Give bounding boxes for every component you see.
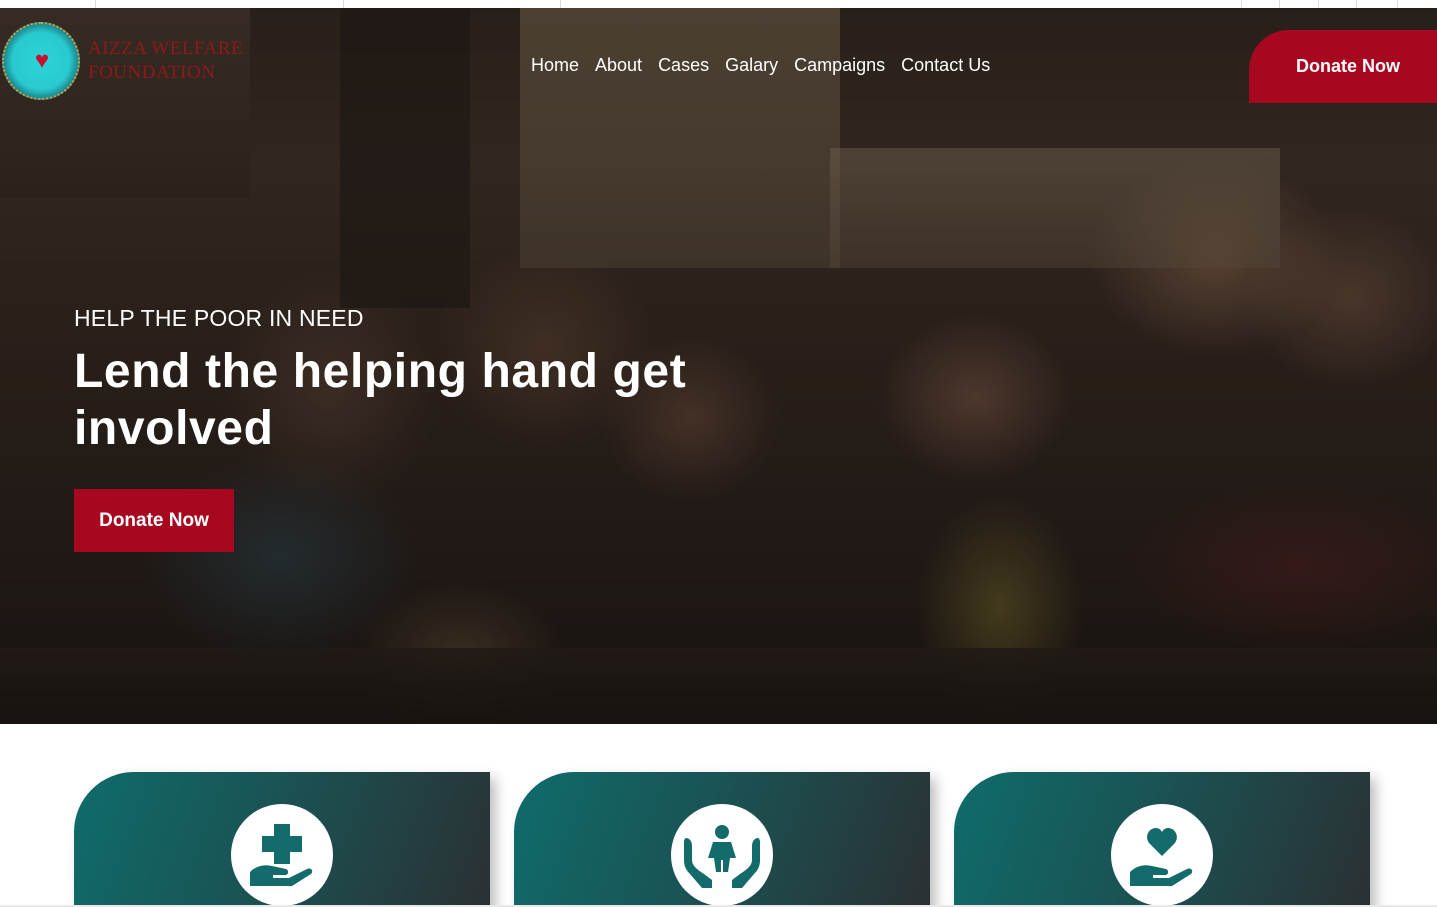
feature-card-heart[interactable] (954, 772, 1370, 907)
heart-hand-icon (1130, 828, 1193, 886)
medical-hand-icon (250, 824, 313, 886)
card-icon-circle (671, 804, 773, 906)
divider (560, 0, 561, 8)
top-strip (0, 0, 1437, 8)
child-care-hands-icon (684, 825, 760, 888)
logo-text: AIZZA WELFARE FOUNDATION (88, 37, 243, 85)
divider (1356, 0, 1357, 8)
nav-item-galary[interactable]: Galary (725, 55, 778, 76)
hero-title: Lend the helping hand get involved (74, 345, 687, 455)
header-donate-button[interactable]: Donate Now (1249, 30, 1437, 103)
nav-item-campaigns[interactable]: Campaigns (794, 55, 885, 76)
heart-icon: ♥ (34, 47, 50, 74)
card-icon-circle (231, 804, 333, 906)
divider (1397, 0, 1398, 8)
logo-line-1: AIZZA WELFARE (88, 38, 244, 59)
nav-item-home[interactable]: Home (531, 55, 579, 76)
nav-item-about[interactable]: About (595, 55, 642, 76)
hero-subtitle: HELP THE POOR IN NEED (74, 305, 364, 331)
logo-emblem-icon: ♥ (2, 22, 80, 100)
feature-card-medical[interactable] (74, 772, 490, 907)
divider (1241, 0, 1242, 8)
divider (1318, 0, 1319, 8)
main-nav: Home About Cases Galary Campaigns Contac… (531, 55, 1006, 76)
feature-card-child-care[interactable] (514, 772, 930, 907)
site-logo[interactable]: ♥ AIZZA WELFARE FOUNDATION (2, 22, 243, 100)
hero-donate-button[interactable]: Donate Now (74, 489, 234, 552)
divider (95, 0, 96, 8)
divider (343, 0, 344, 8)
card-icon-circle (1111, 804, 1213, 906)
logo-line-2: FOUNDATION (88, 62, 216, 83)
divider (1279, 0, 1280, 8)
nav-item-cases[interactable]: Cases (658, 55, 709, 76)
nav-item-contact[interactable]: Contact Us (901, 55, 990, 76)
